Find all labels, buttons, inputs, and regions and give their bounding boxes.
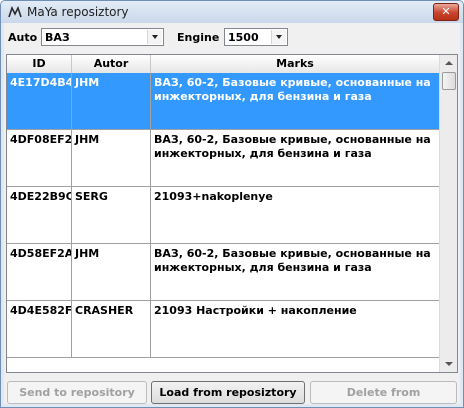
auto-label: Auto [8, 31, 38, 44]
grid-header: ID Autor Marks [7, 55, 440, 74]
table-row[interactable]: 4DF08EF2 JHM ВАЗ, 60-2, Базовые кривые, … [7, 130, 440, 187]
scroll-down-icon[interactable] [441, 356, 456, 372]
cell-id: 4DF08EF2 [7, 130, 72, 186]
cell-autor: SERG [72, 187, 151, 243]
cell-autor: CRASHER [72, 301, 151, 357]
scroll-up-icon[interactable] [441, 55, 456, 71]
column-header-autor[interactable]: Autor [72, 55, 151, 73]
cell-marks: 21093+nakoplenye [151, 187, 440, 243]
load-from-repository-button[interactable]: Load from reposiztory [151, 381, 305, 404]
cell-marks: 21093 Настройки + накопление [151, 301, 440, 357]
scroll-thumb[interactable] [442, 72, 456, 90]
repository-grid[interactable]: ID Autor Marks 4E17D4B4 JHM ВАЗ, 60-2, Б… [6, 54, 458, 373]
cell-id: 4D58EF2A [7, 244, 72, 300]
title-bar[interactable]: MaYa reposiztory ✕ [1, 1, 463, 23]
main-window: MaYa reposiztory ✕ Auto ВАЗ Engine 1500 … [0, 0, 464, 408]
vertical-scrollbar[interactable] [439, 55, 457, 372]
cell-marks: ВАЗ, 60-2, Базовые кривые, основанные на… [151, 73, 440, 129]
column-header-id[interactable]: ID [7, 55, 72, 73]
cell-marks: ВАЗ, 60-2, Базовые кривые, основанные на… [151, 130, 440, 186]
cell-autor: JHM [72, 130, 151, 186]
table-row[interactable]: 4D4E582F CRASHER 21093 Настройки + накоп… [7, 301, 440, 358]
cell-id: 4DE22B9C [7, 187, 72, 243]
cell-autor: JHM [72, 244, 151, 300]
table-row[interactable]: 4DE22B9C SERG 21093+nakoplenye [7, 187, 440, 244]
cell-id: 4D4E582F [7, 301, 72, 357]
table-row[interactable]: 4E17D4B4 JHM ВАЗ, 60-2, Базовые кривые, … [7, 73, 440, 130]
app-icon [8, 5, 22, 18]
client-area: Auto ВАЗ Engine 1500 ID Autor Marks 4E17… [4, 23, 460, 404]
chevron-down-icon[interactable] [271, 30, 286, 44]
table-row[interactable]: 4D58EF2A JHM ВАЗ, 60-2, Базовые кривые, … [7, 244, 440, 301]
close-icon: ✕ [441, 5, 451, 18]
cell-autor: JHM [72, 73, 151, 129]
engine-select[interactable]: 1500 [224, 28, 288, 46]
send-to-repository-button[interactable]: Send to repository [7, 381, 147, 404]
chevron-down-icon[interactable] [147, 30, 162, 44]
window-title: MaYa reposiztory [27, 5, 129, 19]
close-button[interactable]: ✕ [433, 3, 459, 21]
auto-select-value: ВАЗ [45, 31, 70, 44]
auto-select[interactable]: ВАЗ [41, 28, 164, 46]
column-header-marks[interactable]: Marks [151, 55, 440, 73]
cell-marks: ВАЗ, 60-2, Базовые кривые, основанные на… [151, 244, 440, 300]
engine-label: Engine [177, 31, 220, 44]
delete-from-repository-button[interactable]: Delete from reposiztory [310, 381, 457, 404]
cell-id: 4E17D4B4 [7, 73, 72, 129]
engine-select-value: 1500 [228, 31, 259, 44]
